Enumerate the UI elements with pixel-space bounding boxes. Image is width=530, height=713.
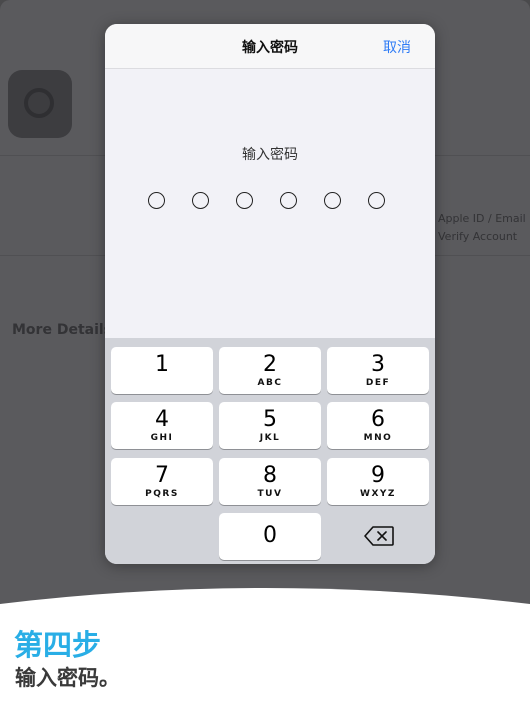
key-letters: WXYZ — [360, 489, 396, 499]
passcode-dot — [324, 192, 341, 209]
passcode-dot — [368, 192, 385, 209]
key-digit: 0 — [263, 523, 277, 548]
backspace-icon — [364, 526, 394, 546]
key-letters: ABC — [257, 378, 283, 388]
key-letters: JKL — [259, 433, 281, 443]
key-digit: 8 — [263, 463, 277, 488]
passcode-dot — [236, 192, 253, 209]
key-letters: DEF — [365, 378, 391, 388]
key-7[interactable]: 7 PQRS — [111, 458, 213, 505]
key-letters: TUV — [257, 489, 283, 499]
key-digit: 3 — [371, 352, 385, 377]
step-description: 输入密码。 — [15, 666, 120, 690]
key-2[interactable]: 2 ABC — [219, 347, 321, 394]
key-letters: MNO — [363, 433, 393, 443]
passcode-dot — [280, 192, 297, 209]
key-digit: 6 — [371, 407, 385, 432]
key-0[interactable]: 0 — [219, 513, 321, 560]
backspace-button[interactable] — [327, 513, 429, 560]
step-title: 第四步 — [14, 628, 102, 662]
passcode-dot — [192, 192, 209, 209]
key-8[interactable]: 8 TUV — [219, 458, 321, 505]
key-letters: PQRS — [145, 489, 179, 499]
key-5[interactable]: 5 JKL — [219, 402, 321, 449]
key-6[interactable]: 6 MNO — [327, 402, 429, 449]
numeric-keypad: 1 2 ABC 3 DEF 4 GHI 5 JKL 6 MNO 7 PQRS 8 — [105, 338, 435, 564]
key-9[interactable]: 9 WXYZ — [327, 458, 429, 505]
key-digit: 1 — [155, 352, 169, 377]
background-right-label: Verify Account — [438, 230, 518, 243]
key-4[interactable]: 4 GHI — [111, 402, 213, 449]
key-1[interactable]: 1 — [111, 347, 213, 394]
background-right-label: Apple ID / Email — [438, 212, 526, 225]
key-digit: 2 — [263, 352, 277, 377]
step-caption: 第四步 输入密码。 — [0, 580, 530, 713]
key-letters: GHI — [150, 433, 174, 443]
key-digit: 5 — [263, 407, 277, 432]
passcode-modal: 输入密码 取消 输入密码 1 2 ABC 3 DEF 4 GHI 5 JKL 6… — [105, 24, 435, 564]
app-icon — [8, 70, 72, 138]
passcode-dots — [145, 192, 395, 214]
passcode-dot — [148, 192, 165, 209]
passcode-prompt: 输入密码 — [242, 147, 298, 163]
background-section-title: More Details — [12, 322, 113, 338]
cancel-button[interactable]: 取消 — [383, 37, 411, 57]
key-3[interactable]: 3 DEF — [327, 347, 429, 394]
key-digit: 9 — [371, 463, 385, 488]
key-digit: 7 — [155, 463, 169, 488]
key-digit: 4 — [155, 407, 169, 432]
modal-header: 输入密码 取消 — [105, 24, 435, 69]
